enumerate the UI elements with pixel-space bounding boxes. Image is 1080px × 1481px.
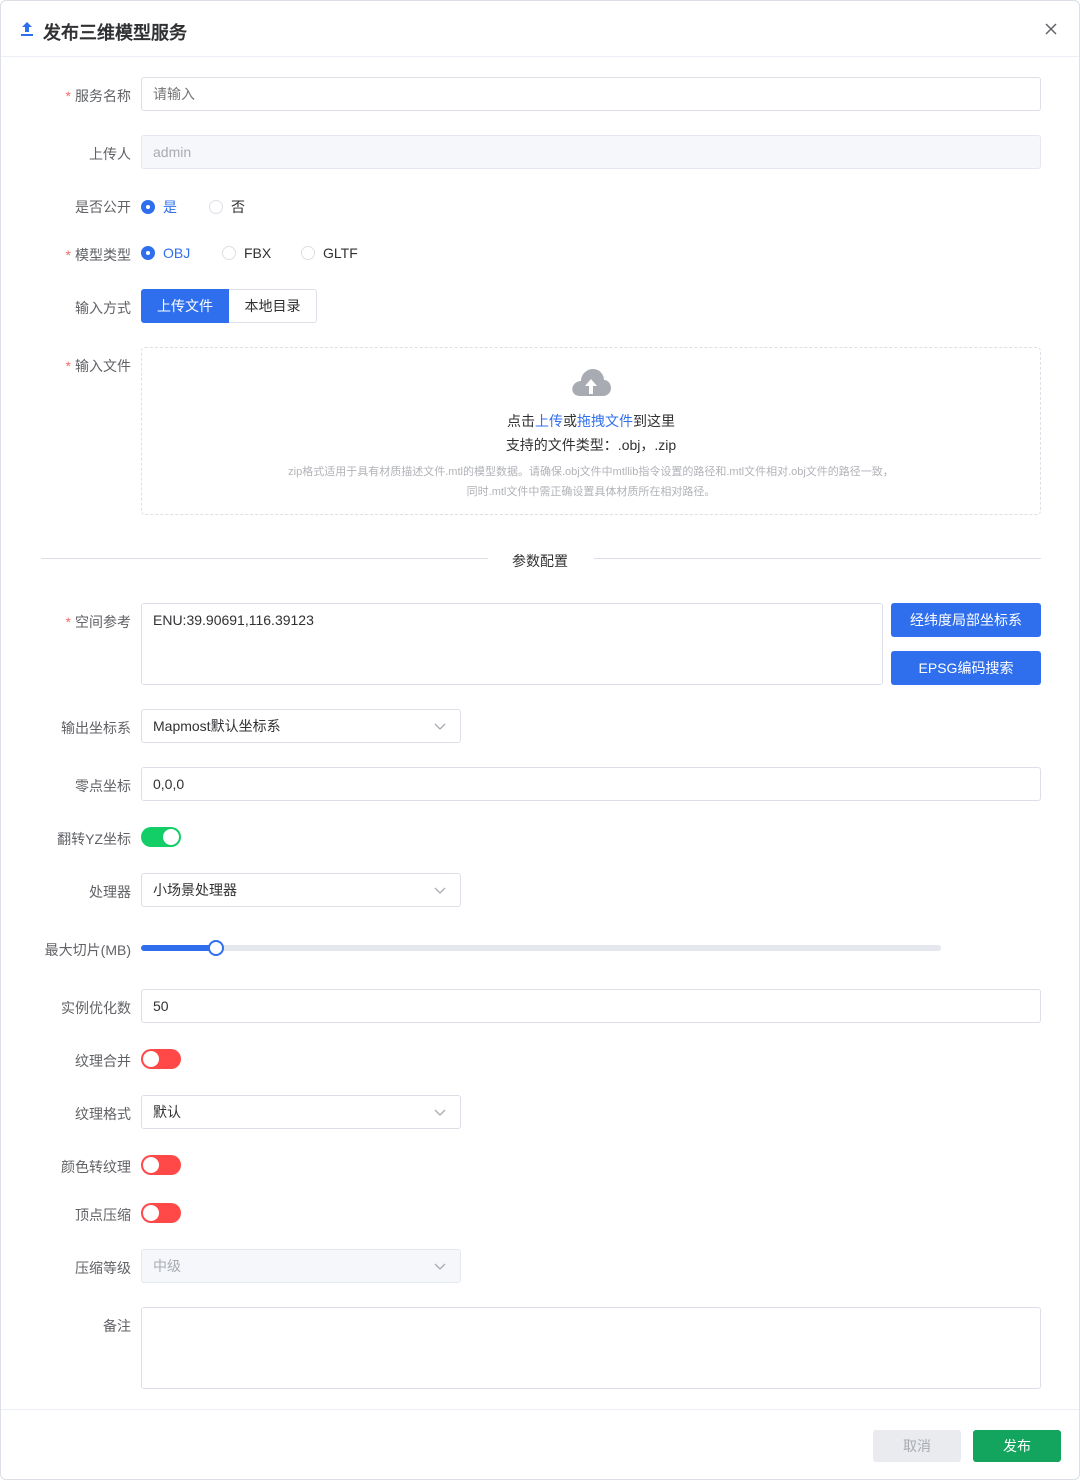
zero-point-input[interactable]: 0,0,0 [141, 767, 1041, 801]
cloud-upload-icon [572, 369, 611, 396]
epsg-search-button[interactable]: EPSG编码搜索 [891, 651, 1041, 685]
dropzone-instruction: 点击上传或拖拽文件到这里 [507, 413, 675, 429]
service-name-input[interactable] [141, 77, 1041, 111]
max-tile-label: 最大切片(MB) [44, 942, 131, 958]
tab-local-directory[interactable]: 本地目录 [229, 289, 317, 323]
chevron-down-icon [434, 1263, 446, 1270]
processor-select[interactable]: 小场景处理器 [141, 873, 461, 907]
compress-level-label: 压缩等级 [75, 1260, 131, 1276]
radio-dot [141, 246, 155, 260]
texture-format-label: 纹理格式 [75, 1106, 131, 1122]
output-crs-select[interactable]: Mapmost默认坐标系 [141, 709, 461, 743]
slider-handle[interactable] [208, 940, 225, 956]
radio-public-no[interactable]: 否 [209, 197, 245, 217]
upload-link[interactable]: 上传 [535, 413, 563, 429]
switch-knob [143, 1051, 159, 1067]
tab-upload-file[interactable]: 上传文件 [141, 289, 229, 323]
radio-dot [301, 246, 315, 260]
slider-fill [141, 945, 217, 951]
cancel-button[interactable]: 取消 [873, 1430, 961, 1462]
radio-model-fbx[interactable]: FBX [222, 245, 271, 261]
section-title: 参数配置 [512, 553, 568, 569]
chevron-down-icon [434, 887, 446, 894]
dialog-header: 发布三维模型服务 [1, 1, 1079, 57]
upload-icon [21, 22, 33, 36]
close-icon[interactable] [1043, 21, 1059, 37]
file-dropzone[interactable]: 点击上传或拖拽文件到这里 支持的文件类型：.obj，.zip zip格式适用于具… [141, 347, 1041, 515]
switch-knob [143, 1205, 159, 1221]
service-name-label: * 服务名称 [65, 88, 131, 104]
switch-knob [143, 1157, 159, 1173]
chevron-down-icon [434, 1109, 446, 1116]
dropzone-hint: zip格式适用于具有材质描述文件.mtl的模型数据。请确保.obj文件中mtll… [288, 466, 894, 498]
vertex-compress-switch[interactable] [141, 1203, 181, 1223]
radio-model-gltf[interactable]: GLTF [301, 245, 358, 261]
texture-format-select[interactable]: 默认 [141, 1095, 461, 1129]
input-mode-label: 输入方式 [75, 300, 131, 316]
publish-3d-model-dialog: 发布三维模型服务 *服务名称 上传人 admin 是否公开 是 否 *模型类型 … [0, 0, 1080, 1480]
input-file-label: * 输入文件 [65, 358, 131, 374]
radio-dot [141, 200, 155, 214]
model-type-label: * 模型类型 [65, 247, 131, 263]
max-tile-slider[interactable] [141, 940, 941, 956]
instance-opt-label: 实例优化数 [61, 1000, 131, 1016]
dialog-title: 发布三维模型服务 [43, 23, 187, 43]
color-to-texture-label: 颜色转纹理 [61, 1159, 131, 1175]
output-crs-label: 输出坐标系 [61, 720, 131, 736]
texture-merge-switch[interactable] [141, 1049, 181, 1069]
spatial-ref-textarea[interactable]: ENU:39.90691,116.39123 [141, 603, 883, 685]
remark-textarea[interactable] [141, 1307, 1041, 1389]
instance-opt-input[interactable]: 50 [141, 989, 1041, 1023]
supported-types: 支持的文件类型：.obj，.zip [505, 437, 677, 453]
radio-model-obj[interactable]: OBJ [141, 245, 190, 261]
flip-yz-label: 翻转YZ坐标 [57, 831, 131, 847]
radio-public-yes[interactable]: 是 [141, 197, 177, 217]
publish-button[interactable]: 发布 [973, 1430, 1061, 1462]
uploader-field: admin [141, 135, 1041, 169]
texture-merge-label: 纹理合并 [75, 1053, 131, 1069]
color-to-texture-switch[interactable] [141, 1155, 181, 1175]
remark-label: 备注 [103, 1318, 131, 1334]
drag-file-link[interactable]: 拖拽文件 [577, 413, 633, 429]
flip-yz-switch[interactable] [141, 827, 181, 847]
compress-level-select: 中级 [141, 1249, 461, 1283]
zero-point-label: 零点坐标 [75, 778, 131, 794]
switch-knob [163, 829, 179, 845]
dialog-footer: 取消 发布 [1, 1409, 1079, 1481]
spatial-ref-label: * 空间参考 [65, 614, 131, 630]
uploader-label: 上传人 [89, 146, 131, 162]
local-crs-button[interactable]: 经纬度局部坐标系 [891, 603, 1041, 637]
vertex-compress-label: 顶点压缩 [75, 1207, 131, 1223]
is-public-label: 是否公开 [75, 199, 131, 215]
chevron-down-icon [434, 723, 446, 730]
radio-dot [222, 246, 236, 260]
processor-label: 处理器 [89, 884, 131, 900]
radio-dot [209, 200, 223, 214]
